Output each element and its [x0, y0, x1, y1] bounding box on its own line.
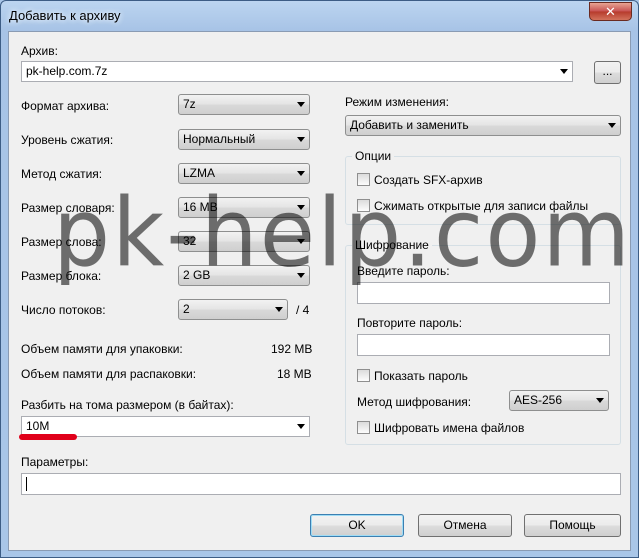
encrypt-filenames-label: Шифровать имена файлов: [374, 421, 525, 435]
threads-select[interactable]: 2: [178, 299, 288, 320]
highlight-underline: [19, 434, 77, 440]
compress-shared-checkbox[interactable]: Сжимать открытые для записи файлы: [357, 199, 588, 213]
encryption-method-value: AES-256: [514, 393, 563, 407]
chevron-down-icon: [297, 424, 305, 429]
parameters-input[interactable]: [21, 473, 621, 495]
archive-path-combo[interactable]: pk-help.com.7z: [21, 61, 573, 82]
word-size-value: 32: [183, 234, 197, 248]
memory-unpack-value: 18 MB: [277, 367, 312, 381]
format-label: Формат архива:: [21, 99, 110, 113]
chevron-down-icon: [297, 205, 305, 210]
update-mode-value: Добавить и заменить: [350, 118, 469, 132]
dialog-body: Архив: pk-help.com.7z ... Формат архива:…: [8, 31, 631, 551]
add-to-archive-dialog: Добавить к архиву ✕ Архив: pk-help.com.7…: [0, 0, 639, 558]
close-button[interactable]: ✕: [589, 2, 632, 21]
word-size-label: Размер слова:: [21, 235, 102, 249]
dictionary-value: 16 MB: [183, 200, 218, 214]
method-label: Метод сжатия:: [21, 167, 103, 181]
compress-shared-label: Сжимать открытые для записи файлы: [374, 199, 589, 213]
parameters-label: Параметры:: [21, 455, 89, 469]
method-select[interactable]: LZMA: [178, 163, 310, 184]
password-input[interactable]: [357, 282, 610, 304]
options-group: Опции: [345, 149, 621, 225]
format-select[interactable]: 7z: [178, 94, 310, 115]
text-cursor: [26, 477, 27, 491]
memory-pack-value: 192 MB: [271, 342, 313, 356]
encryption-method-select[interactable]: AES-256: [509, 390, 609, 411]
threads-label: Число потоков:: [21, 303, 106, 317]
chevron-down-icon: [297, 171, 305, 176]
memory-unpack-label: Объем памяти для распаковки:: [21, 367, 197, 381]
level-select[interactable]: Нормальный: [178, 129, 310, 150]
level-label: Уровень сжатия:: [21, 133, 114, 147]
archive-label: Архив:: [21, 44, 58, 58]
update-mode-select[interactable]: Добавить и заменить: [345, 115, 621, 136]
close-icon: ✕: [605, 4, 616, 19]
word-size-select[interactable]: 32: [178, 231, 310, 252]
options-title: Опции: [352, 149, 395, 163]
ok-button[interactable]: OK: [310, 514, 404, 537]
repeat-password-label: Повторите пароль:: [357, 316, 463, 330]
repeat-password-input[interactable]: [357, 334, 610, 356]
show-password-checkbox[interactable]: Показать пароль: [357, 369, 468, 383]
checkbox-icon: [357, 199, 370, 212]
chevron-down-icon: [275, 307, 283, 312]
encryption-title: Шифрование: [352, 238, 432, 252]
chevron-down-icon: [297, 273, 305, 278]
block-size-select[interactable]: 2 GB: [178, 265, 310, 286]
title-bar: Добавить к архиву ✕: [1, 1, 638, 31]
block-size-value: 2 GB: [183, 268, 211, 282]
format-value: 7z: [183, 97, 196, 111]
password-label: Введите пароль:: [357, 264, 450, 278]
split-label: Разбить на тома размером (в байтах):: [21, 398, 234, 412]
chevron-down-icon: [297, 102, 305, 107]
chevron-down-icon: [297, 239, 305, 244]
level-value: Нормальный: [183, 132, 256, 146]
help-button[interactable]: Помощь: [524, 514, 621, 537]
block-size-label: Размер блока:: [21, 269, 102, 283]
show-password-label: Показать пароль: [374, 369, 468, 383]
method-value: LZMA: [183, 166, 216, 180]
chevron-down-icon: [608, 123, 616, 128]
threads-value: 2: [183, 302, 190, 316]
update-mode-label: Режим изменения:: [345, 95, 449, 109]
dictionary-label: Размер словаря:: [21, 201, 115, 215]
checkbox-icon: [357, 173, 370, 186]
checkbox-icon: [357, 421, 370, 434]
chevron-down-icon: [560, 69, 568, 74]
memory-pack-label: Объем памяти для упаковки:: [21, 342, 183, 356]
dictionary-select[interactable]: 16 MB: [178, 197, 310, 218]
window-title: Добавить к архиву: [9, 8, 121, 23]
encryption-method-label: Метод шифрования:: [357, 395, 472, 409]
checkbox-icon: [357, 369, 370, 382]
encrypt-filenames-checkbox[interactable]: Шифровать имена файлов: [357, 421, 524, 435]
chevron-down-icon: [596, 398, 604, 403]
sfx-label: Создать SFX-архив: [374, 173, 483, 187]
sfx-checkbox[interactable]: Создать SFX-архив: [357, 173, 483, 187]
browse-button[interactable]: ...: [594, 61, 621, 84]
cancel-button[interactable]: Отмена: [418, 514, 512, 537]
chevron-down-icon: [297, 137, 305, 142]
archive-path-value: pk-help.com.7z: [26, 64, 108, 78]
split-volume-value: 10M: [26, 419, 50, 433]
threads-max: / 4: [296, 303, 310, 317]
